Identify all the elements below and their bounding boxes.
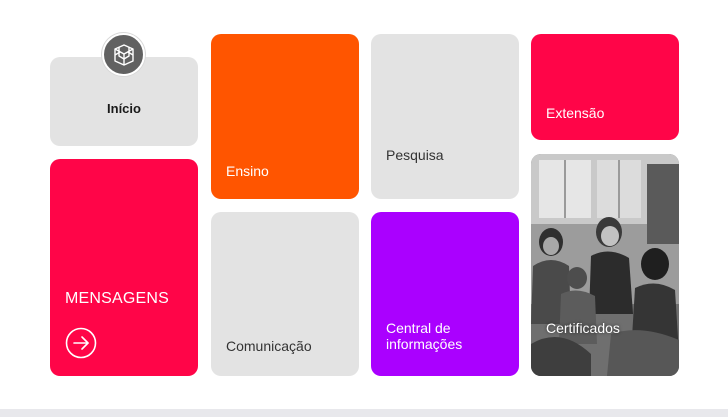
- students-photo: [531, 154, 679, 376]
- geometric-logo-icon: [102, 33, 145, 76]
- tile-mensagens[interactable]: MENSAGENS: [50, 159, 198, 376]
- tile-pesquisa[interactable]: Pesquisa: [371, 34, 519, 199]
- arrow-right-circle-icon[interactable]: [65, 327, 97, 359]
- tile-extensao[interactable]: Extensão: [531, 34, 679, 140]
- tile-certificados-label: Certificados: [546, 320, 620, 336]
- tile-mensagens-label: MENSAGENS: [65, 290, 170, 307]
- tile-comunicacao[interactable]: Comunicação: [211, 212, 359, 376]
- bottom-bar: [0, 409, 728, 417]
- tile-extensao-label: Extensão: [546, 105, 605, 121]
- tile-central-label: Central de informações: [386, 320, 463, 352]
- tile-ensino[interactable]: Ensino: [211, 34, 359, 199]
- tile-central-informacoes[interactable]: Central de informações: [371, 212, 519, 376]
- tile-pesquisa-label: Pesquisa: [386, 147, 444, 163]
- tile-certificados[interactable]: Certificados: [531, 154, 679, 376]
- tile-ensino-label: Ensino: [226, 163, 269, 179]
- tile-inicio-label: Início: [107, 101, 141, 116]
- tile-comunicacao-label: Comunicação: [226, 338, 312, 354]
